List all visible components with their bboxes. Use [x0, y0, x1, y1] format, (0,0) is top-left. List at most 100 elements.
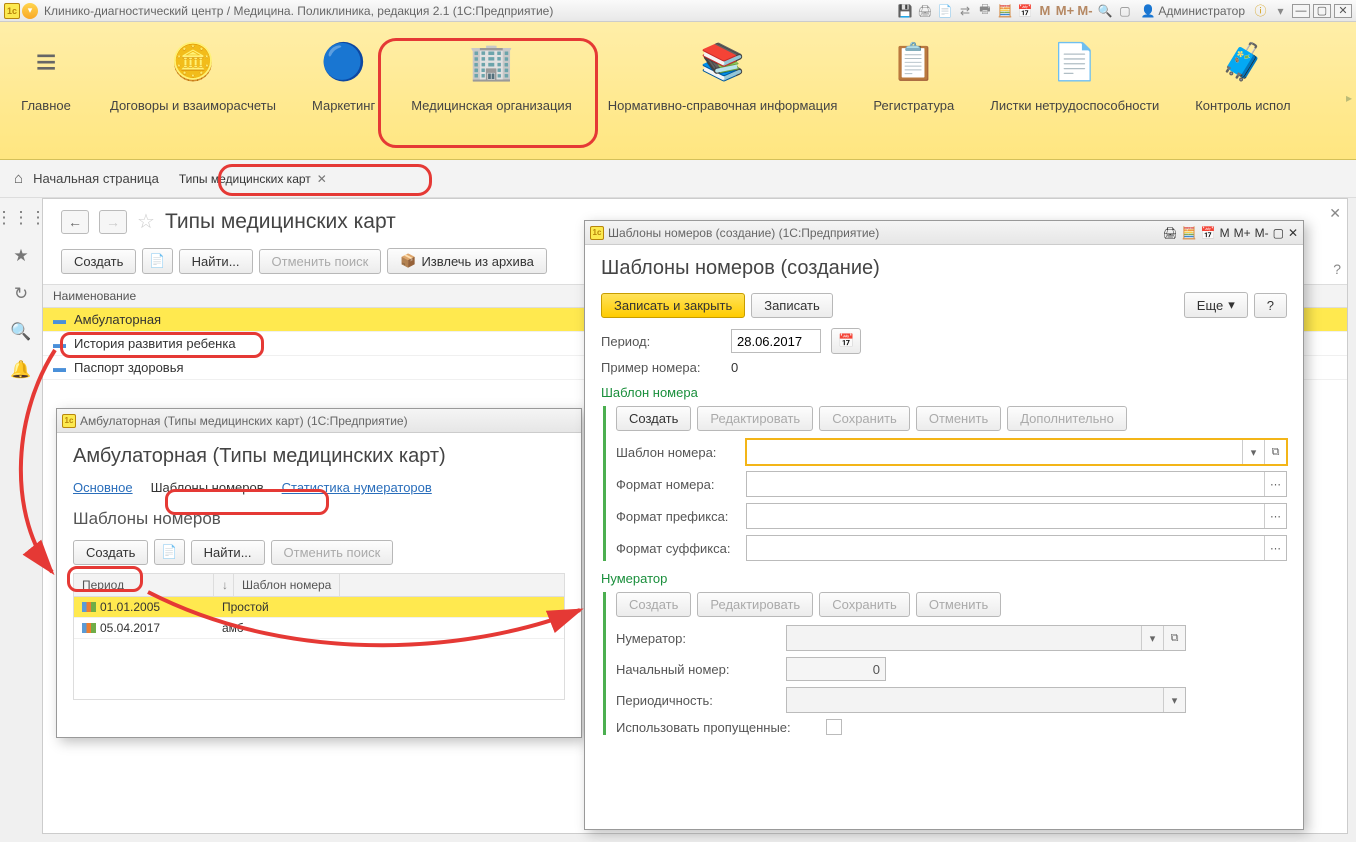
app-menu-dropdown-icon[interactable]: ▾	[22, 3, 38, 19]
create-copy-button[interactable]: 📄	[142, 248, 172, 274]
panel-close-icon[interactable]: ✕	[1329, 205, 1341, 222]
nav-forward-button[interactable]: →	[99, 210, 127, 234]
dropdown-icon[interactable]: ▾	[1242, 440, 1264, 464]
tpl-create-button[interactable]: Создать	[616, 406, 691, 431]
m-icon[interactable]: M	[1036, 2, 1053, 19]
period-input[interactable]	[731, 329, 821, 353]
minimize-button[interactable]: —	[1292, 4, 1310, 18]
table-row[interactable]: 05.04.2017 амб	[74, 618, 564, 639]
sw-m-icon[interactable]: M	[1220, 226, 1230, 240]
home-icon[interactable]: ⌂	[14, 170, 23, 187]
history-icon[interactable]: ↻	[14, 284, 28, 304]
info-icon[interactable]: ⓘ	[1252, 2, 1269, 19]
toolbar-item-registry[interactable]: 📋 Регистратура	[855, 34, 972, 115]
toolbar-item-sickleave[interactable]: 📄 Листки нетрудоспособности	[972, 34, 1177, 115]
ellipsis-icon[interactable]: ⋯	[1264, 504, 1286, 528]
sw-mminus-icon[interactable]: M-	[1255, 226, 1269, 240]
toolbar-item-med-org[interactable]: 🏢 Медицинская организация	[393, 34, 590, 115]
tpl-save-button[interactable]: Сохранить	[819, 406, 910, 431]
tab-main[interactable]: Основное	[73, 480, 133, 495]
cancel-search-button[interactable]: Отменить поиск	[259, 249, 382, 274]
sw-calc-icon[interactable]: 🧮	[1182, 226, 1197, 240]
tpl-extra-button[interactable]: Дополнительно	[1007, 406, 1127, 431]
ellipsis-icon[interactable]: ⋯	[1264, 536, 1286, 560]
sub-find-button[interactable]: Найти...	[191, 540, 265, 565]
nav-back-button[interactable]: ←	[61, 210, 89, 234]
close-button[interactable]: ✕	[1334, 4, 1352, 18]
periodicity-input[interactable]: ▾	[786, 687, 1186, 713]
toolbar-item-control[interactable]: 🧳 Контроль испол	[1177, 34, 1308, 115]
sub-cancel-search-button[interactable]: Отменить поиск	[271, 540, 394, 565]
print2-icon[interactable]: 🖶	[976, 2, 993, 19]
save-button[interactable]: Записать	[751, 293, 833, 318]
sw-mplus-icon[interactable]: M+	[1234, 226, 1251, 240]
num-create-button[interactable]: Создать	[616, 592, 691, 617]
m-minus-icon[interactable]: M-	[1076, 2, 1093, 19]
sw-close-button[interactable]: ✕	[1288, 226, 1298, 240]
bell-icon[interactable]: 🔔	[10, 360, 31, 380]
periodicity-label: Периодичность:	[616, 693, 776, 708]
app-logo-icon: 1c	[4, 3, 20, 19]
dropdown-icon[interactable]: ▾	[1272, 2, 1289, 19]
print-icon[interactable]: 🖨	[916, 2, 933, 19]
maximize-button[interactable]: ▢	[1313, 4, 1331, 18]
overflow-icon[interactable]: ▸	[1346, 91, 1352, 105]
tpl-edit-button[interactable]: Редактировать	[697, 406, 813, 431]
prefix-input[interactable]: ⋯	[746, 503, 1287, 529]
tpl-cancel-button[interactable]: Отменить	[916, 406, 1001, 431]
create-button[interactable]: Создать	[61, 249, 136, 274]
expand-icon[interactable]: ⧉	[1163, 626, 1185, 650]
user-badge[interactable]: 👤 Администратор	[1136, 4, 1249, 18]
calc-icon[interactable]: 🧮	[996, 2, 1013, 19]
sort-icon[interactable]: ↓	[214, 574, 234, 596]
calendar-picker-button[interactable]: 📅	[831, 328, 861, 354]
more-button[interactable]: Еще ▾	[1184, 292, 1248, 318]
col-period[interactable]: Период	[74, 574, 214, 596]
compare-icon[interactable]: ⇄	[956, 2, 973, 19]
numerator-input[interactable]: ▾⧉	[786, 625, 1186, 651]
sw-maximize-button[interactable]: ▢	[1273, 226, 1284, 240]
calendar-icon[interactable]: 📅	[1016, 2, 1033, 19]
grid-icon[interactable]: ⋮⋮⋮	[0, 208, 47, 228]
numformat-input[interactable]: ⋯	[746, 471, 1287, 497]
sw-calendar-icon[interactable]: 📅	[1201, 226, 1216, 240]
toolbar-item-reference[interactable]: 📚 Нормативно-справочная информация	[590, 34, 856, 115]
m-plus-icon[interactable]: M+	[1056, 2, 1073, 19]
breadcrumb-home[interactable]: Начальная страница	[33, 171, 159, 186]
num-save-button[interactable]: Сохранить	[819, 592, 910, 617]
zoom-icon[interactable]: 🔍	[1096, 2, 1113, 19]
suffix-input[interactable]: ⋯	[746, 535, 1287, 561]
save-icon[interactable]: 💾	[896, 2, 913, 19]
find-button[interactable]: Найти...	[179, 249, 253, 274]
doc-icon[interactable]: 📄	[936, 2, 953, 19]
save-close-button[interactable]: Записать и закрыть	[601, 293, 745, 318]
panel-help-icon[interactable]: ?	[1333, 261, 1341, 277]
col-template[interactable]: Шаблон номера	[234, 574, 340, 596]
breadcrumb-tab[interactable]: Типы медицинских карт ✕	[169, 168, 337, 190]
star-icon[interactable]: ★	[13, 246, 28, 266]
ellipsis-icon[interactable]: ⋯	[1264, 472, 1286, 496]
sw-print-icon[interactable]: 🖨	[1162, 226, 1177, 240]
tab-templates[interactable]: Шаблоны номеров	[151, 480, 264, 495]
sub-create-copy-button[interactable]: 📄	[154, 539, 184, 565]
dropdown-icon[interactable]: ▾	[1141, 626, 1163, 650]
dropdown-icon[interactable]: ▾	[1163, 688, 1185, 712]
toolbar-item-contracts[interactable]: 🪙 Договоры и взаиморасчеты	[92, 34, 294, 115]
toolbar-item-marketing[interactable]: 🔵 Маркетинг	[294, 34, 393, 115]
extract-button[interactable]: 📦Извлечь из архива	[387, 248, 547, 274]
help-button[interactable]: ?	[1254, 293, 1287, 318]
toolbar-item-main[interactable]: ≡ Главное	[0, 34, 92, 115]
num-cancel-button[interactable]: Отменить	[916, 592, 1001, 617]
tab-close-icon[interactable]: ✕	[317, 172, 327, 186]
favorite-icon[interactable]: ☆	[137, 209, 155, 234]
num-edit-button[interactable]: Редактировать	[697, 592, 813, 617]
tab-stats[interactable]: Статистика нумераторов	[282, 480, 432, 495]
search-icon[interactable]: 🔍	[10, 322, 31, 342]
use-skipped-checkbox[interactable]	[826, 719, 842, 735]
template-input[interactable]: ▾ ⧉	[746, 439, 1287, 465]
expand-icon[interactable]: ⧉	[1264, 440, 1286, 464]
app-titlebar: 1c ▾ Клинико-диагностический центр / Мед…	[0, 0, 1356, 22]
table-row[interactable]: 01.01.2005 Простой	[74, 597, 564, 618]
window-icon[interactable]: ▢	[1116, 2, 1133, 19]
sub-create-button[interactable]: Создать	[73, 540, 148, 565]
